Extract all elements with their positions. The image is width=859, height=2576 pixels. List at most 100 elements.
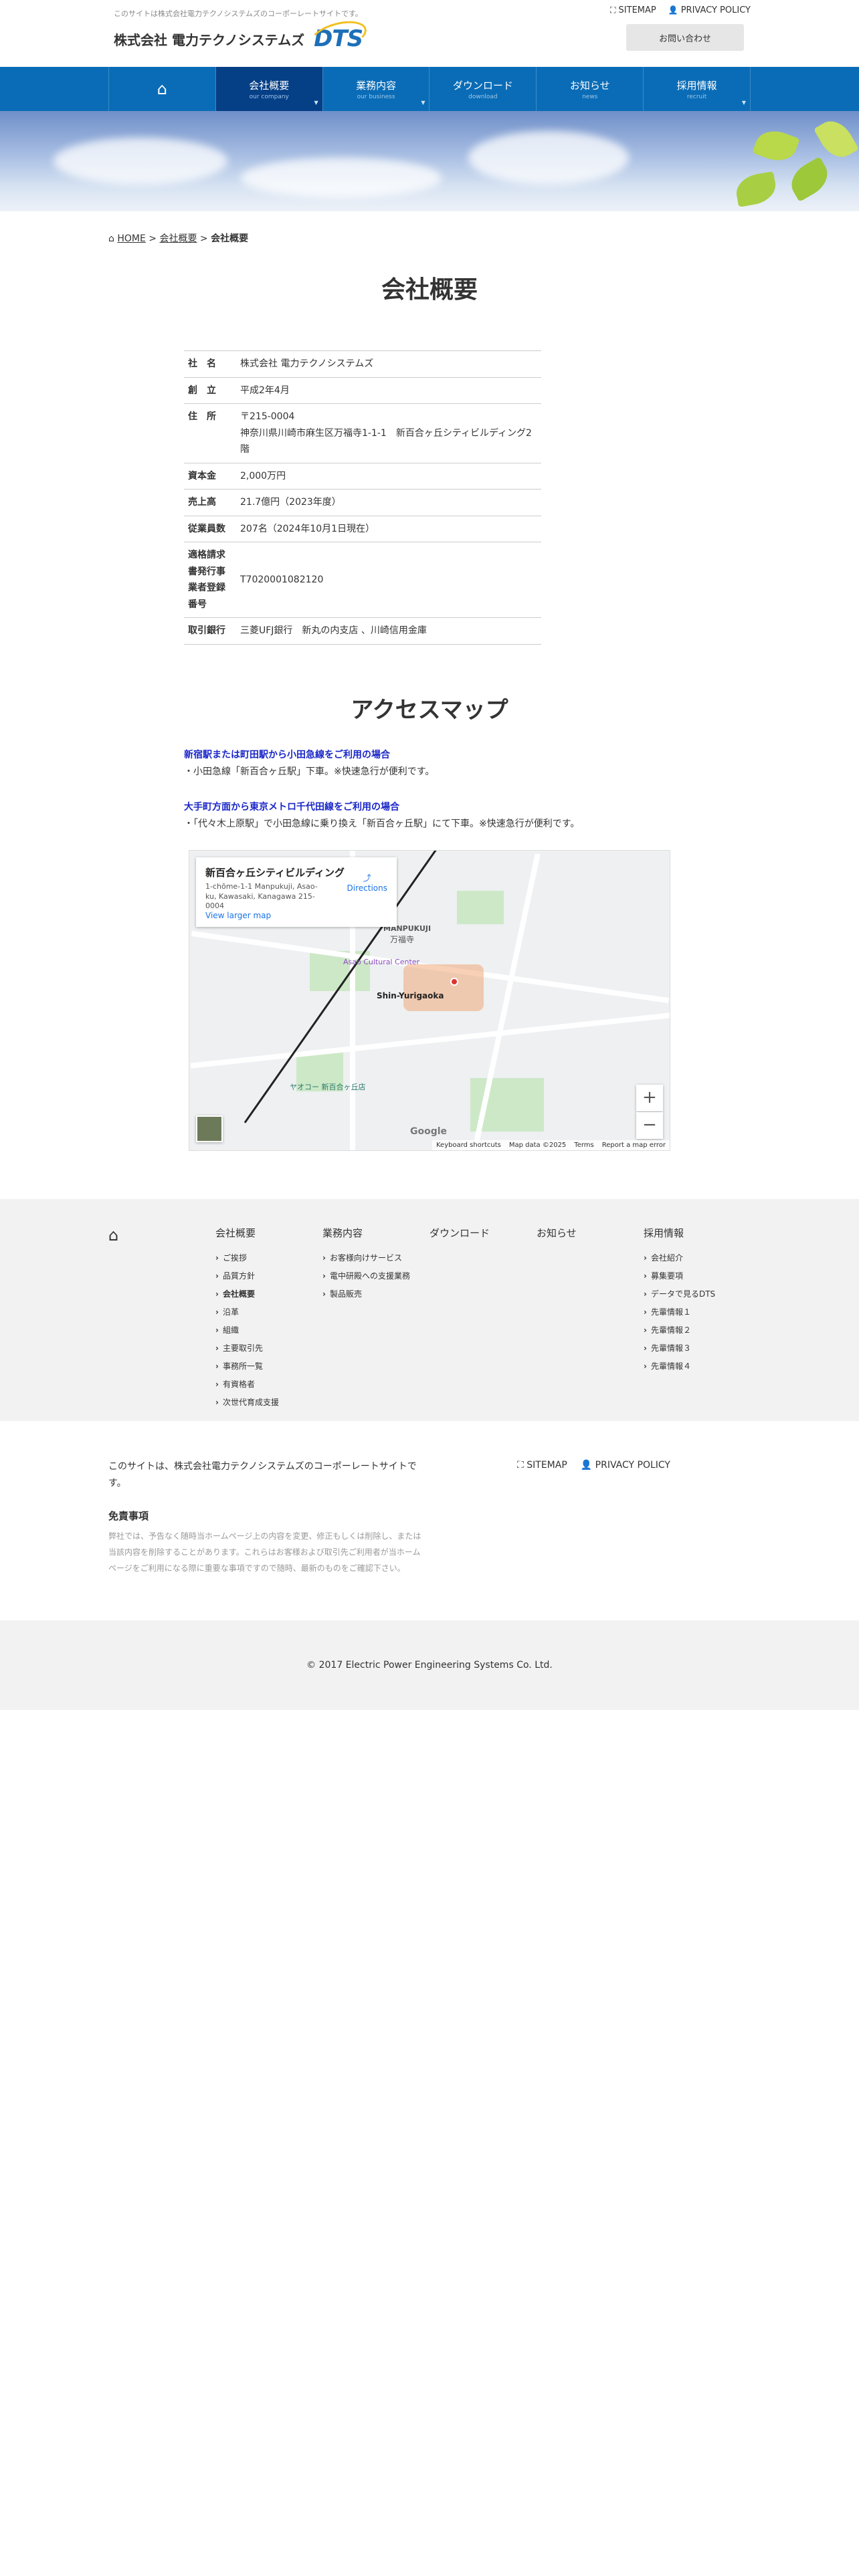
route1-heading: 新宿駅または町田駅から小田急線をご利用の場合	[184, 749, 390, 760]
footer-link[interactable]: 先輩情報１	[644, 1306, 751, 1317]
footer-heading[interactable]: 採用情報	[644, 1226, 751, 1240]
table-row: 創 立平成2年4月	[184, 377, 541, 404]
footer-heading[interactable]: ダウンロード	[430, 1226, 537, 1240]
nav-news[interactable]: お知らせ news	[536, 67, 643, 111]
map-info-card: 新百合ヶ丘シティビルディング 1-chōme-1-1 Manpukuji, As…	[196, 857, 397, 928]
nav-company[interactable]: 会社概要 our company ▼	[215, 67, 322, 111]
site-header: このサイトは株式会社電力テクノシステムズのコーポーレートサイトです。 株式会社 …	[0, 0, 859, 67]
footer-link[interactable]: 主要取引先	[215, 1342, 322, 1354]
table-row: 住 所〒215-0004 神奈川県川崎市麻生区万福寺1-1-1 新百合ヶ丘シティビ…	[184, 403, 541, 463]
footer-link[interactable]: 組織	[215, 1324, 322, 1335]
table-row: 売上高 21.7億円（2023年度）	[184, 489, 541, 516]
footer-link[interactable]: 先輩情報３	[644, 1342, 751, 1354]
footer-privacy-link[interactable]: 👤 PRIVACY POLICY	[581, 1460, 670, 1471]
user-icon: 👤	[580, 1460, 595, 1471]
footer-link[interactable]: お客様向けサービス	[322, 1252, 430, 1263]
table-row: 取引銀行 三菱UFJ銀行 新丸の内支店 、川崎信用金庫	[184, 617, 541, 645]
footer-col-business: 業務内容 お客様向けサービス 電中研殿への支援業務 製品販売	[322, 1226, 430, 1414]
sitemap-icon: ⛶	[517, 1460, 527, 1471]
copyright: © 2017 Electric Power Engineering System…	[0, 1620, 859, 1711]
footer-nav: ⌂ 会社概要 ご挨拶 品質方針 会社概要 沿革 組織 主要取引先 事務所一覧 有…	[0, 1199, 859, 1422]
footer-link[interactable]: 品質方針	[215, 1270, 322, 1281]
user-icon: 👤	[668, 5, 678, 15]
satellite-toggle[interactable]	[196, 1115, 223, 1143]
breadcrumb-parent[interactable]: 会社概要	[159, 233, 197, 244]
home-icon: ⌂	[157, 80, 168, 98]
poi-label: Asao Cultural Center	[343, 958, 420, 967]
footer-col-recruit: 採用情報 会社紹介 募集要項 データで見るDTS 先輩情報１ 先輩情報２ 先輩情…	[644, 1226, 751, 1414]
footer-link[interactable]: 会社紹介	[644, 1252, 751, 1263]
table-row: 資本金 2,000万円	[184, 462, 541, 490]
table-row: 適格請求書発行事業者登録番号 T7020001082120	[184, 542, 541, 618]
global-nav: ⌂ 会社概要 our company ▼ 業務内容 our business ▼ ダウン…	[0, 67, 859, 111]
breadcrumb: ⌂ HOME > 会社概要 > 会社概要	[108, 233, 249, 244]
route1-text: ・小田急線「新百合ヶ丘駅」下車。※快速急行が便利です。	[184, 766, 435, 777]
home-icon: ⌂	[108, 233, 114, 244]
footer-link[interactable]: 先輩情報２	[644, 1324, 751, 1335]
footer-link[interactable]: 電中研殿への支援業務	[322, 1270, 430, 1281]
zoom-out-button[interactable]: −	[636, 1112, 663, 1140]
footer-heading[interactable]: お知らせ	[537, 1226, 644, 1240]
poi-label: ヤオコー 新百合ヶ丘店	[290, 1083, 366, 1092]
footer-heading[interactable]: 業務内容	[322, 1226, 430, 1240]
access-map-title: アクセスマップ	[351, 696, 508, 724]
site-tagline: このサイトは株式会社電力テクノシステムズのコーポーレートサイトです。	[114, 9, 363, 18]
sitemap-link[interactable]: ⛶ SITEMAP	[610, 5, 656, 15]
station-label: Shin-Yurigaoka	[377, 991, 444, 1001]
footer-link[interactable]: データで見るDTS	[644, 1288, 751, 1299]
footer-link[interactable]: 有資格者	[215, 1378, 322, 1390]
footer-link[interactable]: 製品販売	[322, 1288, 430, 1299]
footer-heading[interactable]: 会社概要	[215, 1226, 322, 1240]
site-logo[interactable]: 株式会社 電力テクノシステムズ DTS	[114, 15, 370, 57]
dts-logo-mark: DTS	[307, 15, 370, 57]
map-footer: Keyboard shortcuts Map data ©2025 Terms …	[432, 1140, 670, 1151]
directions-link[interactable]: ⤴ Directions	[347, 872, 387, 893]
footer-link[interactable]: 先輩情報４	[644, 1360, 751, 1372]
place-address: 1-chōme-1-1 Manpukuji, Asao-ku, Kawasaki…	[205, 882, 318, 910]
zoom-in-button[interactable]: +	[636, 1085, 663, 1112]
view-larger-map-link[interactable]: View larger map	[205, 911, 271, 920]
report-error-link[interactable]: Report a map error	[602, 1142, 666, 1149]
footer-link[interactable]: ご挨拶	[215, 1252, 322, 1263]
nav-recruit[interactable]: 採用情報 recruit ▼	[643, 67, 751, 111]
terms-link[interactable]: Terms	[574, 1142, 593, 1149]
route2-text: ・「代々木上原駅」で小田急線に乗り換え「新百合ヶ丘駅」にて下車。※快速急行が便利…	[184, 819, 580, 830]
home-icon[interactable]: ⌂	[108, 1226, 118, 1245]
footer-link[interactable]: 事務所一覧	[215, 1360, 322, 1372]
footer-link[interactable]: 会社概要	[215, 1288, 322, 1299]
route2-heading: 大手町方面から東京メトロ千代田線をご利用の場合	[184, 801, 399, 813]
sitemap-icon: ⛶	[610, 5, 616, 15]
contact-button[interactable]: お問い合わせ	[626, 24, 744, 51]
company-info-table: 社 名株式会社 電力テクノシステムズ 創 立平成2年4月 住 所〒215-000…	[184, 350, 541, 645]
table-row: 従業員数 207名（2024年10月1日現在）	[184, 515, 541, 542]
dropdown-icon: ▼	[314, 100, 318, 106]
site-description: このサイトは、株式会社電力テクノシステムズのコーポーレートサイトです。	[108, 1461, 417, 1489]
footer-sitemap-link[interactable]: ⛶ SITEMAP	[517, 1460, 567, 1471]
footer-link[interactable]: 次世代育成支援	[215, 1396, 322, 1408]
breadcrumb-current: 会社概要	[211, 233, 249, 244]
nav-business[interactable]: 業務内容 our business ▼	[322, 67, 430, 111]
table-row: 社 名株式会社 電力テクノシステムズ	[184, 350, 541, 377]
disclaimer-heading: 免責事項	[108, 1509, 149, 1522]
google-logo: Google	[410, 1126, 448, 1138]
site-info: このサイトは、株式会社電力テクノシステムズのコーポーレートサイトです。 免責事項…	[0, 1421, 859, 1620]
google-map[interactable]: Shin-Yurigaoka MANPUKUJI 万福寺 Asao Cultur…	[189, 850, 670, 1152]
footer-link[interactable]: 沿革	[215, 1306, 322, 1317]
footer-col-news: お知らせ	[537, 1226, 644, 1414]
nav-home[interactable]: ⌂	[108, 67, 215, 111]
directions-icon: ⤴	[363, 873, 371, 883]
footer-col-download: ダウンロード	[430, 1226, 537, 1414]
footer-col-company: 会社概要 ご挨拶 品質方針 会社概要 沿革 組織 主要取引先 事務所一覧 有資格…	[215, 1226, 322, 1414]
privacy-link[interactable]: 👤 PRIVACY POLICY	[668, 5, 751, 15]
nav-download[interactable]: ダウンロード download	[429, 67, 536, 111]
dropdown-icon: ▼	[741, 100, 746, 106]
breadcrumb-home[interactable]: HOME	[117, 233, 145, 244]
station-area	[403, 964, 484, 1012]
area-label-jp: 万福寺	[390, 935, 415, 945]
footer-link[interactable]: 募集要項	[644, 1270, 751, 1281]
company-name: 株式会社 電力テクノシステムズ	[114, 31, 305, 48]
access-info: 新宿駅または町田駅から小田急線をご利用の場合 ・小田急線「新百合ヶ丘駅」下車。※…	[184, 747, 751, 833]
keyboard-shortcuts-link[interactable]: Keyboard shortcuts	[436, 1142, 501, 1149]
page-title: 会社概要	[381, 276, 478, 304]
dropdown-icon: ▼	[421, 100, 425, 106]
